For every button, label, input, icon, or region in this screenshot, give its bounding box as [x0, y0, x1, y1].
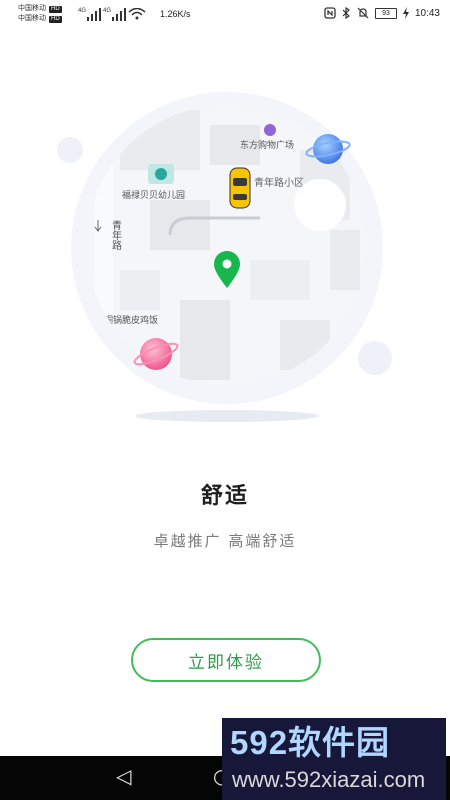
map-label-road: 青年路 [110, 219, 122, 251]
battery-indicator: 93 [374, 7, 397, 19]
watermark: 592软件园 www.592xiazai.com [222, 718, 446, 800]
map-illustration: 东方购物广场 福禄贝贝幼儿园 青年路小区 青年路 铜锅脆皮鸡饭 [57, 92, 392, 422]
back-button[interactable]: ◁ [116, 764, 131, 788]
watermark-title: 592软件园 [230, 724, 391, 761]
decor-bubble [57, 137, 83, 163]
mute-icon [357, 7, 369, 19]
svg-text:4G: 4G [103, 8, 111, 14]
map-label-restaurant: 铜锅脆皮鸡饭 [104, 314, 158, 326]
network-speed: 1.26K/s [160, 9, 191, 19]
page-title: 舒适 [200, 484, 249, 509]
svg-text:4G: 4G [78, 8, 86, 14]
taxi-icon [229, 167, 251, 209]
map-label-community: 青年路小区 [254, 176, 304, 189]
page-subtitle: 卓越推广 高端舒适 [153, 532, 297, 550]
bluetooth-icon [342, 7, 350, 19]
charging-icon [402, 7, 409, 19]
shadow [135, 410, 319, 422]
carrier-2: 中国移动 HD [18, 15, 62, 23]
watermark-url: www.592xiazai.com [232, 767, 426, 792]
map-label-kindergarten: 福禄贝贝幼儿园 [122, 189, 185, 201]
clock: 10:43 [414, 7, 440, 19]
signal-icon-1: 4G [78, 8, 101, 21]
nfc-icon [324, 7, 336, 19]
carrier-1: 中国移动 HD [18, 5, 62, 13]
status-bar: 中国移动 HD 中国移动 HD 4G 4G 1.26K/s 93 10:43 [0, 0, 450, 28]
wifi-icon [128, 8, 146, 20]
start-experience-button[interactable]: 立即体验 [131, 638, 321, 682]
signal-icon-2: 4G [103, 8, 126, 21]
decor-bubble [358, 341, 392, 375]
map-label-mall: 东方购物广场 [240, 139, 294, 151]
